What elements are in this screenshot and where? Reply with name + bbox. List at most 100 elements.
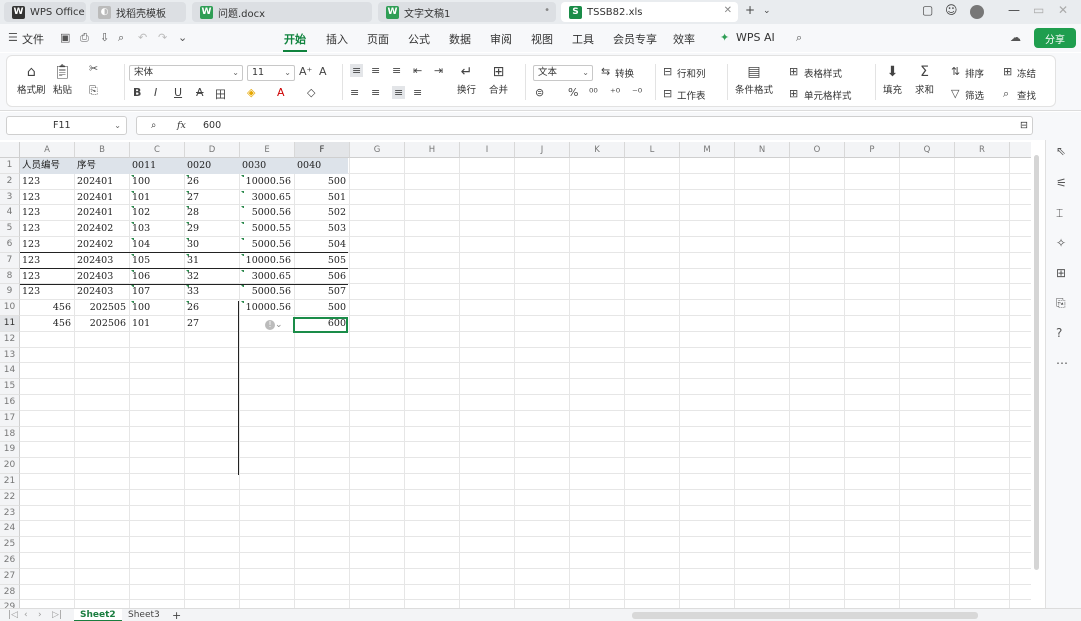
cell-c5[interactable]: 103 <box>132 221 183 237</box>
increase-font-icon[interactable]: A⁺ <box>299 65 312 78</box>
menu-wps-ai[interactable]: WPS AI <box>736 31 775 44</box>
align-top-icon[interactable]: ≡ <box>350 64 364 77</box>
cell-f5[interactable]: 503 <box>297 221 348 237</box>
cloud-icon[interactable]: ☁ <box>1010 31 1021 44</box>
name-box[interactable]: F11 ⌄ <box>6 116 127 135</box>
redo-icon[interactable]: ↷ <box>158 31 167 44</box>
cell-b8[interactable]: 202403 <box>77 269 128 285</box>
column-header-r[interactable]: R <box>955 142 1010 158</box>
new-tab-icon[interactable]: + <box>745 3 755 17</box>
row-header-23[interactable]: 23 <box>0 505 20 522</box>
close-window-icon[interactable]: ✕ <box>1058 3 1068 17</box>
column-header-q[interactable]: Q <box>900 142 955 158</box>
row-header-2[interactable]: 2 <box>0 173 20 190</box>
percent-icon[interactable]: % <box>568 86 578 99</box>
currency-icon[interactable]: ⊜ <box>535 86 544 99</box>
cell-e2[interactable]: 10000.56 <box>242 174 293 190</box>
menu-insert[interactable]: 插入 <box>326 31 348 47</box>
fill-button[interactable]: ⬇ 填充 <box>883 62 902 96</box>
sheet-tab-sheet2[interactable]: Sheet2 <box>74 609 122 621</box>
increase-decimal-icon[interactable]: ⁺⁰ <box>610 86 620 99</box>
row-header-28[interactable]: 28 <box>0 584 20 601</box>
restore-icon[interactable]: ▭ <box>1033 3 1044 17</box>
decrease-decimal-icon[interactable]: ⁻⁰ <box>632 86 642 99</box>
search-icon[interactable]: ⌕ <box>796 31 802 45</box>
cell-f6[interactable]: 504 <box>297 237 348 253</box>
column-header-a[interactable]: A <box>20 142 75 158</box>
cell-b1[interactable]: 序号 <box>77 158 128 174</box>
freeze-button[interactable]: 冻结 <box>1017 66 1036 80</box>
cell-e9[interactable]: 5000.56 <box>242 284 293 300</box>
cell-d3[interactable]: 27 <box>187 190 238 206</box>
row-header-1[interactable]: 1 <box>0 158 20 174</box>
row-header-4[interactable]: 4 <box>0 205 20 222</box>
cell-c11[interactable]: 101 <box>132 316 183 332</box>
column-header-j[interactable]: J <box>515 142 570 158</box>
sort-button[interactable]: 排序 <box>965 66 984 80</box>
horizontal-scrollbar[interactable] <box>632 612 978 619</box>
tab-spreadsheet[interactable]: S TSSB82.xls ✕ <box>561 2 738 22</box>
chevron-down-icon[interactable]: ⌄ <box>178 31 187 44</box>
menu-data[interactable]: 数据 <box>449 31 471 47</box>
vertical-scroll-thumb[interactable] <box>1034 155 1039 570</box>
cell-a10[interactable]: 456 <box>22 300 73 316</box>
cell-f2[interactable]: 500 <box>297 174 348 190</box>
wrap-text-button[interactable]: ↵ 换行 <box>457 62 476 96</box>
menu-review[interactable]: 审阅 <box>490 31 512 47</box>
cell-b5[interactable]: 202402 <box>77 221 128 237</box>
row-header-11[interactable]: 11 <box>0 316 20 332</box>
thousands-icon[interactable]: ⁰⁰ <box>589 86 598 99</box>
italic-icon[interactable]: I <box>154 86 157 99</box>
cell-b2[interactable]: 202401 <box>77 174 128 190</box>
row-header-5[interactable]: 5 <box>0 221 20 237</box>
cell-c9[interactable]: 107 <box>132 284 183 300</box>
cell-a1[interactable]: 人员编号 <box>22 158 73 174</box>
column-header-s[interactable]: S <box>1010 142 1031 158</box>
cell-d11[interactable]: 27 <box>187 316 238 332</box>
cell-a9[interactable]: 123 <box>22 284 73 300</box>
cell-b11[interactable]: 202506 <box>77 316 128 332</box>
row-header-12[interactable]: 12 <box>0 331 20 348</box>
column-header-c[interactable]: C <box>130 142 185 158</box>
align-bottom-icon[interactable]: ≡ <box>392 64 401 77</box>
tab-docer[interactable]: ◐ 找稻壳模板 <box>90 2 186 22</box>
cell-f1[interactable]: 0040 <box>297 158 348 174</box>
bold-icon[interactable]: B <box>133 86 141 99</box>
column-header-m[interactable]: M <box>680 142 735 158</box>
chevron-down-icon[interactable]: ⌄ <box>763 6 771 16</box>
sum-button[interactable]: Σ 求和 <box>915 62 934 96</box>
cell-e7[interactable]: 10000.56 <box>242 253 293 269</box>
zoom-icon[interactable]: ⌕ <box>151 117 156 134</box>
print-icon[interactable]: ⎙ <box>80 31 89 45</box>
row-header-13[interactable]: 13 <box>0 347 20 364</box>
cell-c2[interactable]: 100 <box>132 174 183 190</box>
cell-f7[interactable]: 505 <box>297 253 348 269</box>
hamburger-icon[interactable]: ☰ <box>8 31 18 44</box>
font-name-select[interactable]: 宋体 ⌄ <box>129 65 243 81</box>
table-style-button[interactable]: 表格样式 <box>804 66 842 80</box>
fill-color-icon[interactable]: ◈ <box>247 86 255 99</box>
active-cell-cursor[interactable] <box>293 317 348 333</box>
cell-a5[interactable]: 123 <box>22 221 73 237</box>
export-doc-icon[interactable]: ⎘ <box>1056 296 1066 311</box>
skin-icon[interactable]: ☺ <box>945 3 958 17</box>
cell-e3[interactable]: 3000.65 <box>242 190 293 206</box>
row-header-20[interactable]: 20 <box>0 458 20 474</box>
cell-f4[interactable]: 502 <box>297 205 348 221</box>
cell-f3[interactable]: 501 <box>297 190 348 206</box>
cell-d1[interactable]: 0020 <box>187 158 238 174</box>
cell-e5[interactable]: 5000.55 <box>242 221 293 237</box>
find-button[interactable]: 查找 <box>1017 88 1036 102</box>
row-header-21[interactable]: 21 <box>0 474 20 490</box>
export-icon[interactable]: ⇩ <box>100 31 109 44</box>
copy-icon[interactable]: ⎘ <box>89 84 98 98</box>
cell-f10[interactable]: 500 <box>297 300 348 316</box>
close-icon[interactable]: ✕ <box>724 5 732 16</box>
align-left-icon[interactable]: ≡ <box>350 86 359 99</box>
column-header-o[interactable]: O <box>790 142 845 158</box>
clear-format-icon[interactable]: ◇ <box>307 86 315 99</box>
tab-question-docx[interactable]: W 问题.docx <box>192 2 372 22</box>
row-header-15[interactable]: 15 <box>0 379 20 395</box>
fx-icon[interactable]: fx <box>177 117 186 134</box>
row-header-18[interactable]: 18 <box>0 426 20 443</box>
